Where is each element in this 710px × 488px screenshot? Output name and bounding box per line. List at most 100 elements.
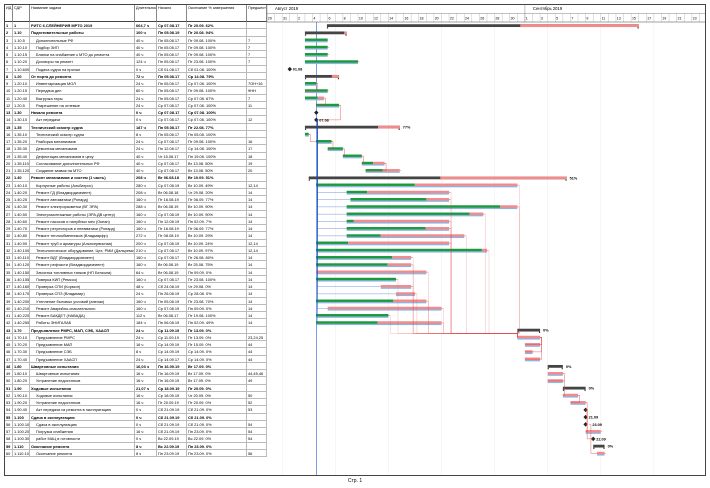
header-wbs[interactable]: СДР [13, 5, 30, 22]
cell-pred: 14 [247, 312, 267, 320]
cell-id: 17 [5, 138, 13, 146]
table-row[interactable]: 2 1.10 Подготовительные работы 100 ч Пн 05.0… [5, 29, 267, 37]
table-row[interactable]: 42 1.40.250 Работы ЭНИГАЛАБ 184 ч Пн 06.08.1… [5, 319, 267, 327]
cell-start: Пн 05.08.17 [157, 58, 187, 66]
header-start[interactable]: Начало [157, 5, 187, 22]
cell-start: Сб 24.08.19 [157, 283, 187, 291]
table-row[interactable]: 59 1.110 Окончание ремонта 8 ч Вс 22.09.19 Пн… [5, 442, 267, 450]
table-row[interactable]: 18 1.35.30 Демонтаж механизмов 24 ч Пн 12.08… [5, 145, 267, 153]
table-row[interactable]: 28 1.40.60 Ремонт насосов и палубных мех (… [5, 217, 267, 225]
table-row[interactable]: 58 1.100.30 работ МАЦ в готовности 0 ч Вс 22… [5, 435, 267, 443]
table-row[interactable]: 44 1.70.10 Предъявление РМРС 24 ч Ср 11.09.1… [5, 333, 267, 341]
header-name[interactable]: Название задачи [30, 5, 135, 22]
table-row[interactable]: 33 1.40.110 Ремонт ВДГ (Владмордизеиент) 16… [5, 254, 267, 262]
cell-dur: 112 ч [135, 312, 157, 320]
cell-pred: 7 [247, 51, 267, 59]
table-row[interactable]: 43 1.70 Предъявление РМРС, МАП, СЭБ, ХААСП… [5, 326, 267, 334]
table-row[interactable]: 26 1.40.30 Ремонт электроразметки (ВГ ЭРА)… [5, 203, 267, 211]
table-row[interactable]: 57 1.100.20 Погрузка снабжения 16 ч Сб 21.09… [5, 428, 267, 436]
cell-dur: 160 ч [135, 217, 157, 225]
cell-name: Сдача в эксплуатацию [30, 420, 135, 428]
table-row[interactable]: 34 1.40.120 Ремонт рефчасти (Владмордизеие… [5, 261, 267, 269]
table-row[interactable]: 40 1.40.210 Ремонт Аварийно-спасательного 1… [5, 304, 267, 312]
header-predecessors[interactable]: Предшественники [247, 5, 267, 22]
table-row[interactable]: 19 1.35.40 Дефектация механизмов в цеху 40 … [5, 152, 267, 160]
day-label: 7 [571, 17, 573, 21]
table-row[interactable]: 9 1.20.10 Инвентаризация МОЛ 24 ч Пн 05.08.1… [5, 80, 267, 88]
table-row[interactable]: 27 1.40.50 Электромонтажные работы (ЭРА,ДВ… [5, 210, 267, 218]
table-row[interactable]: 5 1.10.15 Бланки на снабжение к МТО до рем… [5, 51, 267, 59]
header-finish-pct[interactable]: Окончание % завершения [187, 5, 247, 22]
table-row[interactable]: 6 1.10.20 Договоры на ремонт 124 ч Пн 05.08.… [5, 58, 267, 66]
table-row[interactable]: 31 1.40.90 Ремонт труб и арматуры (Альпсер… [5, 239, 267, 247]
cell-pct: Ср 14.08. 79% [187, 72, 247, 80]
dependency-link [426, 272, 518, 338]
table-row[interactable]: 39 1.40.200 Утепление бытовых условий (апе… [5, 297, 267, 305]
table-row[interactable]: 49 1.80.10 Швартовные испытания 16 ч Пн 16.0… [5, 370, 267, 378]
summary-cap [304, 128, 307, 131]
table-row[interactable]: 20 1.35.110 Согласование дополнительных РФ… [5, 159, 267, 167]
table-row[interactable]: 12 1.20.5 Разрешение на огневые 24 ч Ср 07.0… [5, 101, 267, 109]
table-row[interactable]: 4 1.10.10 Подбор ЗИП 40 ч Пн 05.08.17 Пт 09.0… [5, 43, 267, 51]
cell-pct: Пт 15.09. 0% [187, 341, 247, 349]
table-row[interactable]: 23 1.40.10 Корпусные работы (Альбатрос) 280… [5, 181, 267, 189]
cell-wbs: 1.70 [13, 326, 30, 334]
cell-start: Ср 11.09.19 [157, 326, 187, 334]
table-row[interactable]: 16 1.35.10 Технический осмотр судна 8 ч Пн 0… [5, 130, 267, 138]
table-row[interactable]: 41 1.40.220 Ремонт БАКДЕТ (НАВАДА) 112 ч Вт … [5, 312, 267, 320]
header-id[interactable]: ИД [5, 5, 13, 22]
cell-dur: 24 ч [135, 80, 157, 88]
cell-name: Предъявление СЭБ [30, 348, 135, 356]
table-row[interactable]: 52 1.90.10 Ходовые испытания 16 ч Ср 18.09.1… [5, 391, 267, 399]
table-row[interactable]: 15 1.35 Технический осмотр судна 187 ч Пн 05… [5, 123, 267, 131]
table-row[interactable]: 7 1.10.600 Подача судна на причал 0 ч Сб 01.… [5, 65, 267, 73]
cell-name: Ходовые испытания [30, 384, 135, 392]
table-row[interactable]: 50 1.80.20 Устранение недостатков 16 ч Пн 16… [5, 377, 267, 385]
table-row[interactable]: 37 1.40.160 Проверка СПИ (Кормон) 48 ч Сб 24… [5, 283, 267, 291]
table-row[interactable]: 3 1.10.5 Дополнительные РФ 40 ч Пн 05.08.17 П… [5, 36, 267, 44]
table-row[interactable]: 10 1.20.15 Передача дел 80 ч Пн 05.08.17 Пт 0… [5, 87, 267, 95]
table-row[interactable]: 55 1.100 Сдача в эксплуатацию 0 ч Сб 21.09.1… [5, 413, 267, 421]
table-row[interactable]: 56 1.100.10 Сдача в эксплуатацию 0 ч Сб 21.0… [5, 420, 267, 428]
table-row[interactable]: 35 1.40.150 Зачистка топливных танков (НП … [5, 268, 267, 276]
cell-pred: 14 [247, 217, 267, 225]
table-row[interactable]: 22 1.40 Ремонт механизмов и систем (1 част… [5, 174, 267, 182]
table-row[interactable]: 38 1.40.170 Проверка СПЗ (Владимир) 24 ч Пн … [5, 290, 267, 298]
dependency-link [449, 199, 518, 338]
table-row[interactable]: 11 1.20.40 Выгрузка тары 24 ч Пн 05.08.17 Ср … [5, 94, 267, 102]
table-row[interactable]: 46 1.70.30 Предъявление СЭБ 8 ч Ср 14.09.19 С… [5, 348, 267, 356]
cell-pct: Пт 09.08. 100% [187, 43, 247, 51]
cell-wbs: 1.40.90 [13, 239, 30, 247]
table-row[interactable]: 60 1.110.10 Окончание ремонта 8 ч Пн 23.09.1… [5, 449, 267, 457]
cell-wbs: 1.40.250 [14, 319, 30, 327]
table-row[interactable]: 17 1.35.20 Разборка механизмов 24 ч Ср 07.08… [5, 138, 267, 146]
table-row[interactable]: 47 1.70.40 Предъявление ХААСП 24 ч Ср 14.09.… [5, 355, 267, 363]
table-row[interactable]: 29 1.40.70 Ремонт регуляторов и пневматики… [5, 225, 267, 233]
table-row[interactable]: 30 1.40.80 Ремонт теплообменников (Владмар… [5, 232, 267, 240]
remaining-bar [469, 212, 484, 215]
header-duration[interactable]: Длительность [135, 5, 157, 22]
table-row[interactable]: 14 1.30.10 Акт передачи 0 ч Ср 07.08.17 Ср 07… [5, 116, 267, 124]
table-row[interactable]: 48 1.80 Швартовные испытания 16,03 ч Пн 16.0… [5, 362, 267, 370]
table-row[interactable]: 25 1.40.25 Ремонт автоматики (Ронард) 160 ч… [5, 196, 267, 204]
table-row[interactable]: 13 1.30 Начало ремонта 0 ч Ср 07.08.17 Ср 07.… [5, 109, 267, 117]
table-row[interactable]: 45 1.70.20 Предъявление МАП 16 ч Ср 14.09.19… [5, 341, 267, 349]
milestone-marker [287, 66, 292, 72]
table-row[interactable]: 53 1.90.20 Устранение недостатков 16 ч Пт 20… [5, 399, 267, 407]
progress-bar [346, 219, 354, 223]
table-row[interactable]: 1 1 РИТС 6.СЛЕЙНЕРИЯ МРТО 2019 664,7 ч Ср 07… [5, 22, 267, 30]
remaining-bar [367, 190, 450, 194]
day-label: 9 [586, 17, 588, 21]
table-row[interactable]: 54 1.90.40 Акт передачи из ремонта в экспл… [5, 406, 267, 414]
table-row[interactable]: 8 1.20 От порта до ремонта 72 ч Пн 05.08.17 С… [5, 72, 267, 80]
dependency-link [316, 119, 351, 200]
table-row[interactable]: 21 1.35.120 Создание заявок на МТО 40 ч Ср 0… [5, 167, 267, 175]
table-row[interactable]: 36 1.40.155 Поверка КИП (Ремсоз) 160 ч Ср 07… [5, 275, 267, 283]
dependency-link [441, 322, 518, 338]
table-row[interactable]: 51 1.90 Ходовые испытания 21,07 ч Ср 18.09.1… [5, 384, 267, 392]
table-row[interactable]: 24 1.40.20 Ремонт ГД (Владмордизеиент) 208 … [5, 188, 267, 196]
cell-pct: Вт 10.09. 24% [187, 239, 247, 247]
cell-id: 2 [5, 29, 13, 37]
summary-cap [517, 331, 519, 334]
table-row[interactable]: 32 1.40.100 Технологическое оборудование, … [5, 246, 267, 254]
